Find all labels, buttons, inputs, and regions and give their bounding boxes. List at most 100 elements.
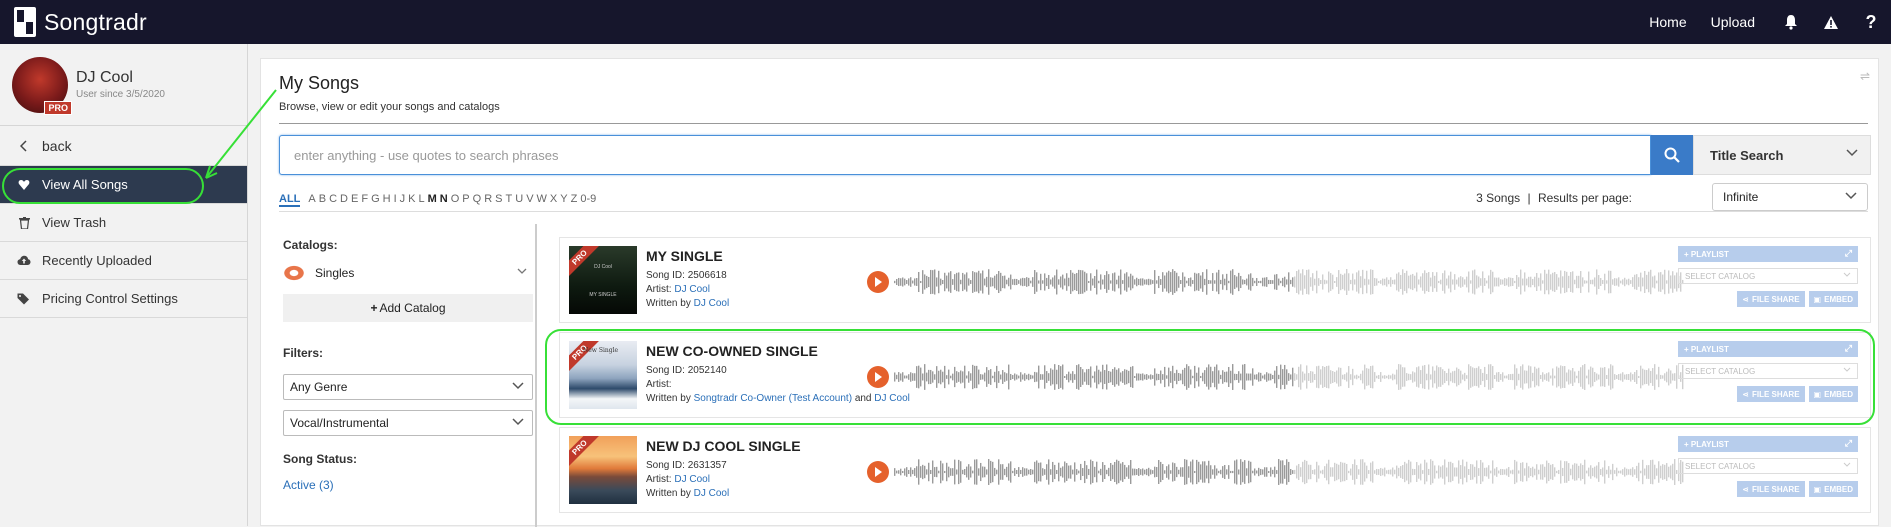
embed-button[interactable]: ▣ EMBED (1808, 386, 1858, 402)
waveform-bar (1488, 364, 1490, 390)
alpha-letter[interactable]: O (451, 193, 460, 207)
writer-link[interactable]: Songtradr Co-Owner (Test Account) (694, 393, 852, 404)
artist-link[interactable]: DJ Cool (674, 284, 710, 295)
artist-link[interactable]: DJ Cool (674, 474, 710, 485)
alpha-letter[interactable]: L (418, 193, 424, 207)
play-button[interactable] (867, 271, 889, 293)
search-input[interactable] (279, 135, 1651, 175)
writer-link[interactable]: DJ Cool (694, 298, 730, 309)
alpha-letter[interactable]: W (537, 193, 547, 207)
song-title[interactable]: MY SINGLE (646, 248, 723, 264)
add-catalog-button[interactable]: + Add Catalog (283, 294, 533, 322)
alpha-letter[interactable]: N (440, 193, 448, 207)
expand-icon[interactable]: ⤢ (1845, 248, 1852, 259)
alpha-all[interactable]: ALL (279, 193, 301, 207)
album-art[interactable]: PRO DJ Cool MY SINGLE (569, 246, 637, 314)
waveform-bar (1654, 275, 1656, 289)
alpha-letter[interactable]: E (351, 193, 358, 207)
nav-upload-link[interactable]: Upload (1711, 14, 1755, 30)
select-catalog-dropdown[interactable]: SELECT CATALOG (1678, 458, 1858, 474)
alpha-letter[interactable]: T (506, 193, 513, 207)
waveform-bar (1562, 467, 1564, 477)
search-type-dropdown[interactable]: Title Search (1693, 135, 1871, 175)
waveform-bar (1138, 278, 1140, 286)
embed-button[interactable]: ▣ EMBED (1808, 481, 1858, 497)
catalog-select[interactable]: Singles (283, 258, 533, 288)
file-share-button[interactable]: ⋖ FILE SHARE (1737, 386, 1805, 402)
alpha-letter[interactable]: 0-9 (580, 193, 596, 207)
alpha-letter[interactable]: Z (571, 193, 578, 207)
alpha-letter[interactable]: V (526, 193, 533, 207)
alpha-letter[interactable]: J (400, 193, 406, 207)
add-to-playlist-button[interactable]: + PLAYLIST ⤢ (1678, 436, 1858, 452)
select-catalog-dropdown[interactable]: SELECT CATALOG (1678, 363, 1858, 379)
vocal-instrumental-select[interactable]: Vocal/Instrumental (283, 410, 533, 436)
play-button[interactable] (867, 366, 889, 388)
album-art[interactable]: PRO New Single (569, 341, 637, 409)
bell-icon[interactable] (1781, 12, 1801, 32)
file-share-button[interactable]: ⋖ FILE SHARE (1737, 481, 1805, 497)
alpha-letter[interactable]: Q (473, 193, 482, 207)
expand-icon[interactable]: ⤢ (1845, 438, 1852, 449)
select-catalog-dropdown[interactable]: SELECT CATALOG (1678, 268, 1858, 284)
waveform-bar (1418, 465, 1420, 479)
help-icon[interactable]: ? (1861, 12, 1881, 32)
warning-icon[interactable] (1821, 12, 1841, 32)
waveform-bar (1262, 375, 1264, 379)
status-active-link[interactable]: Active (3) (283, 478, 334, 492)
file-share-button[interactable]: ⋖ FILE SHARE (1737, 291, 1805, 307)
add-to-playlist-button[interactable]: + PLAYLIST ⤢ (1678, 341, 1858, 357)
alpha-letter[interactable]: A (308, 193, 315, 207)
waveform-bar (1588, 271, 1590, 293)
waveform-bar (1306, 269, 1308, 295)
alpha-letter[interactable]: I (394, 193, 397, 207)
alpha-letter[interactable]: S (495, 193, 502, 207)
waveform-bar (1168, 270, 1170, 294)
alpha-letter[interactable]: D (340, 193, 348, 207)
nav-home-link[interactable]: Home (1649, 14, 1686, 30)
alpha-letter[interactable]: C (329, 193, 337, 207)
back-button[interactable]: back (0, 126, 247, 166)
alpha-letter[interactable]: H (383, 193, 391, 207)
add-to-playlist-button[interactable]: + PLAYLIST ⤢ (1678, 246, 1858, 262)
play-button[interactable] (867, 461, 889, 483)
waveform-bar (1148, 278, 1150, 286)
waveform[interactable] (894, 458, 1684, 486)
alpha-letter[interactable]: G (371, 193, 380, 207)
sidebar-item-view-all-songs[interactable]: View All Songs (0, 166, 247, 204)
alpha-letter[interactable]: B (319, 193, 326, 207)
alpha-letter[interactable]: X (550, 193, 557, 207)
writer-link[interactable]: DJ Cool (694, 488, 730, 499)
alpha-letter[interactable]: F (361, 193, 368, 207)
waveform-bar (1564, 461, 1566, 483)
alpha-letter[interactable]: Y (560, 193, 567, 207)
alpha-letter[interactable]: K (408, 193, 415, 207)
waveform-bar (1258, 280, 1260, 284)
song-title[interactable]: NEW CO-OWNED SINGLE (646, 343, 818, 359)
alpha-letter[interactable]: U (515, 193, 523, 207)
waveform-bar (1222, 370, 1224, 384)
alpha-letter[interactable]: P (462, 193, 469, 207)
genre-select[interactable]: Any Genre (283, 374, 533, 400)
collapse-icon[interactable]: ⇌ (1860, 69, 1870, 83)
sidebar-item-recently-uploaded[interactable]: Recently Uploaded (0, 242, 247, 280)
writer-link[interactable]: DJ Cool (874, 393, 910, 404)
waveform[interactable] (894, 268, 1684, 296)
songtradr-logo[interactable]: Songtradr (14, 7, 147, 37)
embed-button[interactable]: ▣ EMBED (1808, 291, 1858, 307)
avatar[interactable]: PRO (12, 56, 72, 115)
sidebar-item-view-trash[interactable]: View Trash (0, 204, 247, 242)
waveform-bar (1550, 375, 1552, 379)
waveform-bar (980, 273, 982, 291)
album-art[interactable]: PRO (569, 436, 637, 504)
alpha-letter[interactable]: M (428, 193, 437, 207)
waveform-bar (1012, 279, 1014, 285)
search-button[interactable] (1651, 135, 1693, 175)
song-title[interactable]: NEW DJ COOL SINGLE (646, 438, 801, 454)
results-per-page-select[interactable]: Infinite (1712, 183, 1868, 211)
waveform[interactable] (894, 363, 1684, 391)
alpha-letter[interactable]: R (484, 193, 492, 207)
expand-icon[interactable]: ⤢ (1845, 343, 1852, 354)
sidebar-item-pricing-control-settings[interactable]: Pricing Control Settings (0, 280, 247, 318)
waveform-bar (1606, 469, 1608, 475)
